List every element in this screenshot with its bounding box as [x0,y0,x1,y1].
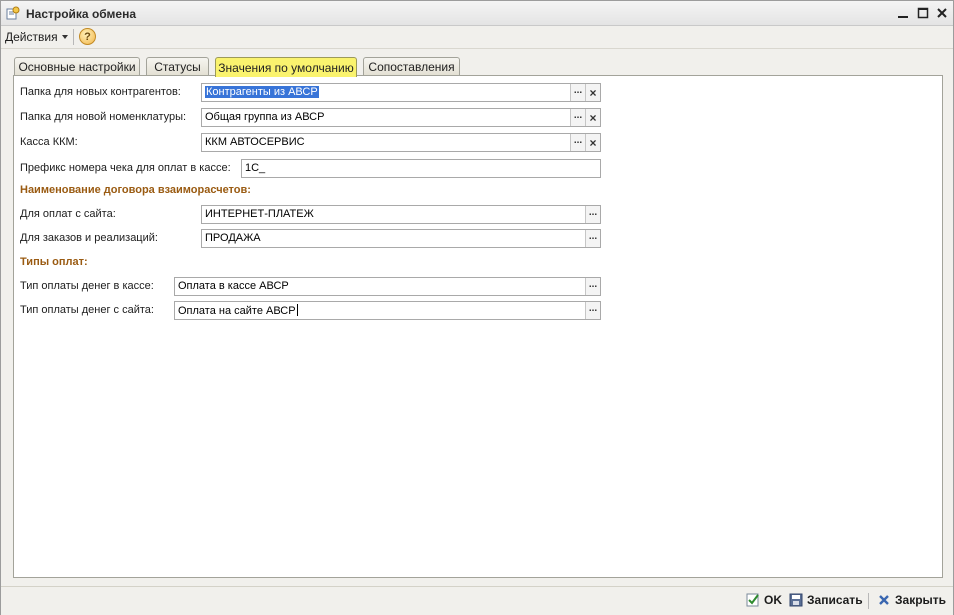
site-payments-label: Для оплат с сайта: [20,208,116,220]
chevron-down-icon [61,35,68,39]
select-ellipsis-icon[interactable]: ... [585,230,600,247]
exchange-settings-window: Настройка обмена Действия ? Основные нас… [0,0,954,615]
toolbar: Действия ? [1,26,953,48]
orders-sales-label: Для заказов и реализаций: [20,232,158,244]
ok-button-label: OK [764,593,782,607]
select-ellipsis-icon[interactable]: ... [570,109,585,126]
select-ellipsis-icon[interactable]: ... [585,302,600,319]
tab-mappings[interactable]: Сопоставления [363,57,460,76]
maximize-icon[interactable] [914,4,932,22]
help-button[interactable]: ? [79,28,96,45]
cash-payment-type-field[interactable]: Оплата в кассе АВСР ... [174,277,601,296]
save-button[interactable]: Записать [789,593,863,607]
site-payment-type-value[interactable]: Оплата на сайте АВСР [175,302,585,319]
actions-menu-label: Действия [5,30,58,44]
select-ellipsis-icon[interactable]: ... [570,84,585,101]
clear-icon[interactable]: × [585,109,600,126]
new-contractors-folder-field[interactable]: Контрагенты из АВСР ... × [201,83,601,102]
clear-icon[interactable]: × [585,84,600,101]
command-bar-divider [868,593,869,609]
ok-button[interactable]: OK [746,593,782,607]
site-payment-type-label: Тип оплаты денег с сайта: [20,304,154,316]
help-icon: ? [84,30,91,43]
payment-types-section-heading: Типы оплат: [20,256,88,268]
save-button-label: Записать [807,593,863,607]
tab-statuses[interactable]: Статусы [146,57,209,76]
window-title: Настройка обмена [26,7,136,21]
receipt-prefix-input[interactable]: 1С_ [241,159,601,178]
close-button-label: Закрыть [895,593,947,607]
kkm-cash-field[interactable]: ККМ АВТОСЕРВИС ... × [201,133,601,152]
site-payments-field[interactable]: ИНТЕРНЕТ-ПЛАТЕЖ ... [201,205,601,224]
receipt-prefix-label: Префикс номера чека для оплат в кассе: [20,162,231,174]
actions-menu-button[interactable]: Действия [5,29,68,45]
orders-sales-value[interactable]: ПРОДАЖА [202,230,585,247]
new-nomenclature-folder-label: Папка для новой номенклатуры: [20,111,187,123]
orders-sales-field[interactable]: ПРОДАЖА ... [201,229,601,248]
close-icon[interactable] [933,4,951,22]
cash-payment-type-value[interactable]: Оплата в кассе АВСР [175,278,585,295]
clear-icon[interactable]: × [585,134,600,151]
title-bar[interactable]: Настройка обмена [1,1,953,26]
settings-form-icon [5,6,20,21]
new-contractors-folder-value[interactable]: Контрагенты из АВСР [202,84,570,101]
new-contractors-folder-label: Папка для новых контрагентов: [20,86,181,98]
site-payments-value[interactable]: ИНТЕРНЕТ-ПЛАТЕЖ [202,206,585,223]
text-cursor [296,304,298,316]
close-x-icon [877,593,891,607]
receipt-prefix-value[interactable]: 1С_ [242,160,600,177]
cash-payment-type-label: Тип оплаты денег в кассе: [20,280,154,292]
select-ellipsis-icon[interactable]: ... [585,206,600,223]
toolbar-divider-line [1,48,953,49]
kkm-cash-label: Касса ККМ: [20,136,78,148]
select-ellipsis-icon[interactable]: ... [570,134,585,151]
select-ellipsis-icon[interactable]: ... [585,278,600,295]
minimize-icon[interactable] [894,4,912,22]
toolbar-divider [73,29,74,45]
site-payment-type-field[interactable]: Оплата на сайте АВСР ... [174,301,601,320]
kkm-cash-value[interactable]: ККМ АВТОСЕРВИС [202,134,570,151]
bottom-command-bar: OK Записать Закрыть [1,586,953,615]
tab-default-values[interactable]: Значения по умолчанию [215,57,357,77]
tab-panel-default-values: Папка для новых контрагентов: Контрагент… [13,75,943,578]
contract-name-section-heading: Наименование договора взаиморасчетов: [20,184,251,196]
new-nomenclature-folder-value[interactable]: Общая группа из АВСР [202,109,570,126]
new-nomenclature-folder-field[interactable]: Общая группа из АВСР ... × [201,108,601,127]
save-icon [789,593,803,607]
close-button[interactable]: Закрыть [877,593,946,607]
tab-main-settings[interactable]: Основные настройки [14,57,140,76]
ok-check-icon [746,593,760,607]
